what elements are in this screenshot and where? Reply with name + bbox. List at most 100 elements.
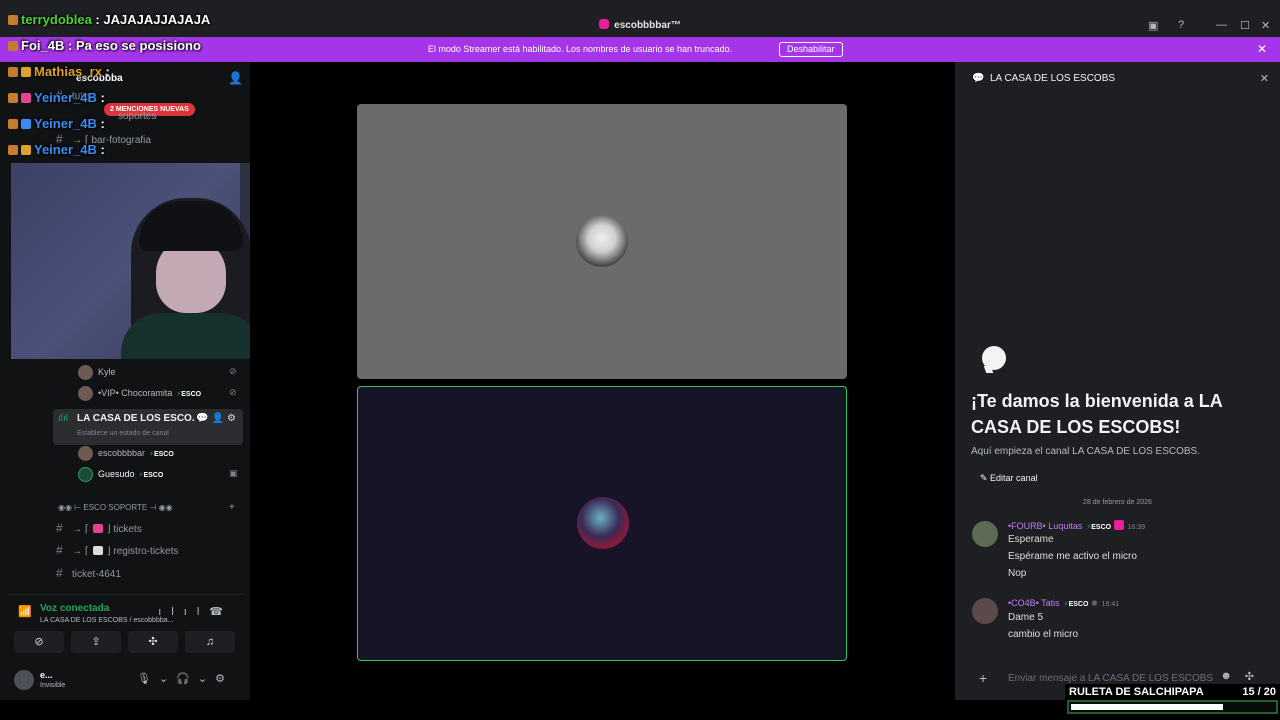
add-channel-icon[interactable]: + — [229, 502, 235, 513]
user-avatar[interactable] — [14, 670, 34, 690]
attach-plus-icon[interactable]: + — [979, 670, 987, 686]
inbox-icon[interactable]: ▣ — [1148, 19, 1158, 32]
server-tag: ESCO — [1064, 601, 1089, 608]
date-divider: 28 de febrero de 2026 — [1083, 499, 1152, 506]
chat-separator: : — [96, 90, 105, 105]
chat-message: terrydoblea : JAJAJAJJAJAJA — [8, 12, 210, 27]
composer-placeholder[interactable]: Enviar mensaje a LA CASA DE LOS ESCOBS — [1008, 673, 1213, 684]
share-screen-button[interactable]: ⇪ — [71, 631, 121, 653]
voice-panel-actions[interactable]: ılıl☎ — [158, 605, 233, 618]
user-controls[interactable]: 🎙⌄🎧⌄⚙ — [137, 672, 233, 685]
channel-chat-panel: 💬 LA CASA DE LOS ESCOBS ✕ ¡Te damos la b… — [955, 62, 1280, 700]
banner-close-icon[interactable]: ✕ — [1257, 42, 1267, 56]
voice-channel-name: LA CASA DE LOS ESCO... — [77, 413, 195, 424]
chat-user: Foi_4B — [21, 38, 65, 53]
voice-user-escobbbbar[interactable]: escobbbbarESCO — [78, 444, 174, 462]
chat-user: Mathias_rx — [34, 64, 102, 79]
roulette-widget: RULETA DE SALCHIPAPA 15 / 20 — [1065, 684, 1280, 720]
chat-user: Yeiner_4B — [34, 90, 97, 105]
channel-ticket-4641[interactable]: # ticket-4641 — [56, 563, 244, 583]
message-avatar[interactable] — [972, 598, 998, 624]
chat-separator: : — [101, 64, 110, 79]
voice-channel-active[interactable]: ılıl LA CASA DE LOS ESCO... Establece un… — [53, 409, 243, 445]
channel-sidebar: escobbba 👤 2 MENCIONES NUEVAS # tutes sop… — [0, 62, 250, 700]
channel-prefix: → ⌈ — [72, 524, 89, 535]
chat-badge-icon — [21, 93, 31, 103]
add-member-icon[interactable]: 👤 — [228, 71, 243, 85]
chat-message: Foi_4B : Pa eso se posisiono — [8, 38, 201, 53]
message-text: Espérame me activo el micro — [1008, 551, 1137, 562]
camera-off-button[interactable]: ⊘ — [14, 631, 64, 653]
user-panel: e... Invisible 🎙⌄🎧⌄⚙ — [8, 664, 243, 698]
maximize-button[interactable]: ☐ — [1240, 19, 1250, 32]
voice-user-name: Guesudo — [98, 469, 135, 479]
voice-connected-title[interactable]: Voz conectada — [40, 603, 109, 614]
voice-connected-subtitle: LA CASA DE LOS ESCOBS / escobbbba... — [40, 617, 174, 624]
message-avatar[interactable] — [972, 521, 998, 547]
voice-user-guesudo[interactable]: Guesudo ESCO — [78, 465, 163, 483]
panel-title: LA CASA DE LOS ESCOBS — [990, 73, 1116, 84]
chat-user: Yeiner_4B — [34, 142, 97, 157]
message-text: Nop — [1008, 568, 1027, 579]
user-name[interactable]: e... — [40, 670, 53, 680]
chat-badge-icon — [8, 93, 18, 103]
channel-label: tickets — [113, 524, 142, 535]
chat-separator: : — [96, 142, 105, 157]
server-tag: ESCO — [1086, 524, 1111, 531]
avatar — [78, 365, 93, 381]
voice-user-chocoramita[interactable]: •VIP• ChocoramitaESCO — [78, 384, 201, 402]
chat-message: Yeiner_4B : — [8, 142, 105, 157]
message-text: cambio el micro — [1008, 629, 1079, 640]
chat-separator: : — [96, 116, 105, 131]
participant-avatar — [576, 215, 628, 267]
channel-prefix: → ⌈ — [72, 546, 89, 557]
welcome-subtitle: Aquí empieza el canal LA CASA DE LOS ESC… — [971, 446, 1201, 457]
chat-badge-icon — [8, 41, 18, 51]
soundboard-button[interactable]: ♫ — [185, 631, 235, 653]
chat-separator: : — [64, 38, 76, 53]
participant-tile[interactable] — [357, 104, 847, 379]
message-text: Esperame — [1008, 534, 1054, 545]
channel-registro-tickets[interactable]: # → ⌈ ⌋ registro-tickets — [56, 540, 244, 560]
channel-label: soportes — [118, 111, 157, 122]
streaming-icon: ▣ — [229, 468, 238, 478]
user-status: Invisible — [40, 682, 66, 689]
signal-icon[interactable]: 📶 — [18, 605, 32, 618]
minimize-button[interactable]: — — [1216, 19, 1227, 31]
voice-stage — [250, 62, 955, 700]
ticket-emoji-icon — [92, 524, 103, 533]
webcam-shirt — [121, 313, 261, 359]
voice-channel-actions[interactable]: 💬👤⚙ — [196, 413, 239, 424]
help-icon[interactable]: ? — [1178, 19, 1184, 31]
channel-tickets[interactable]: # → ⌈ ⌋ tickets — [56, 518, 244, 538]
disable-streamer-button[interactable]: Deshabilitar — [779, 42, 843, 57]
chat-badge-icon — [8, 67, 18, 77]
emoji-icon[interactable]: ☻ — [1220, 670, 1232, 682]
edit-channel-button[interactable]: ✎ Editar canal — [971, 468, 1047, 488]
voice-wave-icon: ılıl — [58, 413, 68, 424]
chat-badge-icon — [21, 67, 31, 77]
document-emoji-icon — [92, 546, 103, 555]
chat-badge-icon — [21, 119, 31, 129]
chat-message: Yeiner_4B : — [8, 90, 105, 105]
apps-icon[interactable]: ✣ — [1245, 670, 1254, 683]
participant-tile-speaking[interactable] — [357, 386, 847, 661]
roulette-label: RULETA DE SALCHIPAPA — [1069, 686, 1204, 698]
close-panel-icon[interactable]: ✕ — [1260, 72, 1269, 85]
chat-message: Mathias_rx : — [8, 64, 110, 79]
message-author[interactable]: •CO4B• Tatis — [1008, 598, 1060, 608]
category-esco-soporte[interactable]: ◉◉ ⊢ ESCO SOPORTE ⊣ ◉◉ — [58, 503, 173, 512]
voice-user-name: Kyle — [98, 367, 116, 377]
close-window-button[interactable]: ✕ — [1261, 19, 1270, 32]
activities-button[interactable]: ✣ — [128, 631, 178, 653]
voice-user-name: escobbbbar — [98, 448, 146, 458]
hash-icon: # — [56, 521, 63, 535]
chat-separator: : — [91, 12, 104, 27]
voice-channel-status[interactable]: Establece un estado de canal — [77, 430, 169, 437]
channel-label: ticket-4641 — [72, 569, 121, 580]
roulette-progress-bar — [1067, 700, 1278, 714]
message-author[interactable]: •FOURB• Luquitas — [1008, 521, 1082, 531]
hash-icon: # — [56, 566, 63, 580]
voice-user-kyle[interactable]: Kyle — [78, 363, 116, 381]
roulette-count: 15 / 20 — [1242, 686, 1276, 698]
